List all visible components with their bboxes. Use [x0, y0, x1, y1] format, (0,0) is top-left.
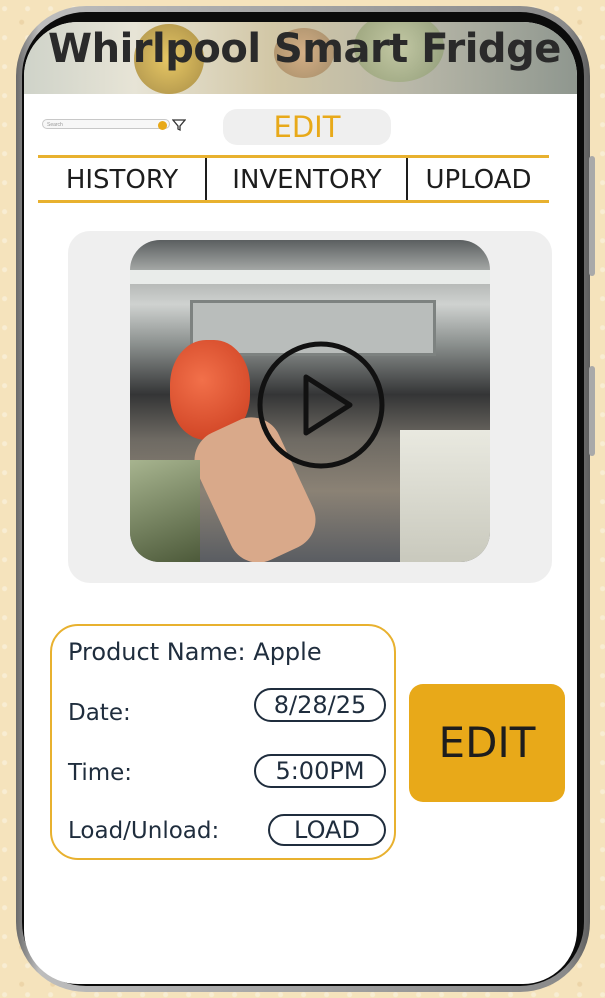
play-icon[interactable] — [256, 340, 386, 470]
date-field[interactable]: 8/28/25 — [254, 688, 386, 722]
tab-inventory[interactable]: INVENTORY — [207, 158, 407, 200]
filter-icon[interactable] — [172, 118, 186, 132]
tab-history[interactable]: HISTORY — [38, 158, 206, 200]
product-name-label: Product Name: Apple — [68, 638, 322, 666]
edit-tab[interactable]: EDIT — [223, 109, 391, 145]
app-title: Whirlpool Smart Fridge — [48, 26, 561, 72]
fridge-shelf — [130, 270, 490, 284]
app-header: Whirlpool Smart Fridge — [24, 22, 577, 94]
fridge-items — [130, 460, 200, 562]
fridge-items — [400, 430, 490, 562]
time-label: Time: — [68, 760, 133, 786]
load-unload-label: Load/Unload: — [68, 818, 220, 844]
app-screen: Whirlpool Smart Fridge Search EDIT HISTO… — [24, 22, 577, 984]
nav-bar: HISTORY INVENTORY UPLOAD — [38, 155, 549, 203]
time-field[interactable]: 5:00PM — [254, 754, 386, 788]
tab-upload[interactable]: UPLOAD — [408, 158, 549, 200]
power-button — [589, 366, 595, 456]
product-details-card: Product Name: Apple Date: 8/28/25 Time: … — [50, 624, 396, 860]
volume-button — [589, 156, 595, 276]
search-icon[interactable] — [158, 121, 167, 130]
load-toggle[interactable]: LOAD — [268, 814, 386, 846]
search-input[interactable]: Search — [42, 119, 170, 129]
date-label: Date: — [68, 700, 131, 726]
edit-button[interactable]: EDIT — [409, 684, 565, 802]
